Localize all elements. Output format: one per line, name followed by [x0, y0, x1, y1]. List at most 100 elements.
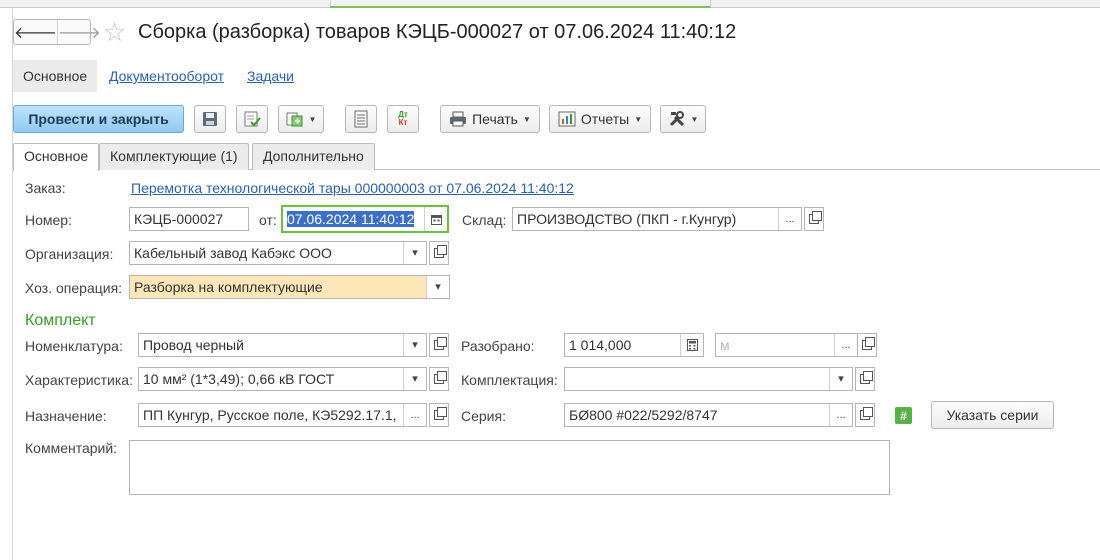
nomenclature-label: Номенклатура:: [25, 338, 123, 354]
floppy-icon: [203, 112, 217, 126]
top-strip-active-segment: [330, 0, 711, 8]
disassembled-input[interactable]: 1 014,000: [564, 333, 704, 357]
open-icon: [862, 337, 875, 350]
purpose-select-button[interactable]: ...: [403, 404, 426, 426]
forward-button[interactable]: 🡒: [56, 20, 101, 44]
purpose-input[interactable]: ПП Кунгур, Русское поле, КЭ5292.17.1, ..…: [138, 403, 427, 427]
unit-select-button[interactable]: ...: [834, 334, 857, 356]
specify-series-button[interactable]: Указать серии: [931, 401, 1054, 429]
tab-components[interactable]: Комплектующие (1): [99, 143, 249, 170]
history-nav: 🡐 🡒: [13, 19, 101, 45]
series-select-button[interactable]: ...: [829, 404, 852, 426]
tab-additional[interactable]: Дополнительно: [252, 143, 375, 170]
series-value: БØ800 #022/5292/8747: [569, 407, 718, 423]
comment-label: Комментарий:: [25, 440, 118, 456]
characteristic-value: 10 мм² (1*3,49); 0,66 кВ ГОСТ: [143, 371, 335, 387]
dropdown-caret-icon: ▼: [690, 114, 699, 124]
dropdown-caret-icon: ▼: [308, 114, 317, 124]
number-input[interactable]: КЭЦБ-000027: [129, 207, 249, 231]
order-label: Заказ:: [25, 180, 66, 196]
operation-value: Разборка на комплектующие: [134, 279, 323, 295]
date-input[interactable]: 07.06.2024 11:40:12: [281, 205, 449, 233]
open-icon: [860, 407, 873, 420]
reports-chart-icon: [558, 111, 576, 127]
nav-tab-tasks[interactable]: Задачи: [237, 60, 304, 92]
series-input[interactable]: БØ800 #022/5292/8747 ...: [564, 403, 853, 427]
dt-kt-button[interactable]: Дт Кт: [387, 105, 419, 133]
operation-select[interactable]: Разборка на комплектующие ▾: [129, 275, 450, 299]
characteristic-dropdown-button[interactable]: ▾: [403, 368, 426, 390]
number-value: КЭЦБ-000027: [134, 211, 224, 227]
nomenclature-input[interactable]: Провод черный ▾: [138, 333, 427, 357]
document-journal-button[interactable]: [345, 105, 377, 133]
series-hash-icon[interactable]: #: [895, 407, 912, 424]
organization-open-button[interactable]: [429, 241, 449, 265]
calendar-button[interactable]: [424, 207, 447, 231]
comment-textarea[interactable]: [129, 440, 890, 495]
nav-tab-docflow[interactable]: Документооборот: [99, 60, 234, 92]
warehouse-value: ПРОИЗВОДСТВО (ПКП - г.Кунгур): [517, 211, 737, 227]
reports-label: Отчеты: [580, 111, 630, 127]
purpose-open-button[interactable]: [429, 403, 449, 427]
organization-input[interactable]: Кабельный завод Кабэкс ООО ▾: [129, 241, 427, 265]
kit-type-label: Комплектация:: [461, 372, 558, 388]
date-label: от:: [259, 212, 277, 228]
warehouse-input[interactable]: ПРОИЗВОДСТВО (ПКП - г.Кунгур) ...: [512, 207, 802, 231]
print-button[interactable]: Печать ▼: [440, 105, 540, 133]
open-icon: [434, 407, 447, 420]
kit-section-title: Комплект: [25, 312, 96, 329]
kit-type-open-button[interactable]: [855, 367, 875, 391]
open-icon: [434, 337, 447, 350]
disassembled-label: Разобрано:: [461, 338, 535, 354]
unit-placeholder: м: [720, 337, 730, 353]
unit-open-button[interactable]: [857, 333, 877, 357]
dropdown-caret-icon: ▼: [522, 114, 531, 124]
document-list-icon: [354, 110, 368, 128]
dt-kt-icon-bottom: Кт: [398, 118, 408, 127]
post-and-close-button[interactable]: Провести и закрыть: [13, 105, 184, 133]
characteristic-open-button[interactable]: [429, 367, 449, 391]
organization-value: Кабельный завод Кабэкс ООО: [134, 245, 332, 261]
post-button[interactable]: [236, 105, 268, 133]
characteristic-input[interactable]: 10 мм² (1*3,49); 0,66 кВ ГОСТ ▾: [138, 367, 427, 391]
kit-type-input[interactable]: ▾: [564, 367, 853, 391]
organization-label: Организация:: [25, 246, 114, 262]
purpose-label: Назначение:: [25, 408, 107, 424]
calculator-icon: [686, 339, 698, 351]
purpose-value: ПП Кунгур, Русское поле, КЭ5292.17.1,: [143, 407, 397, 423]
nav-tab-main[interactable]: Основное: [13, 60, 98, 92]
reports-button[interactable]: Отчеты ▼: [549, 105, 651, 133]
open-icon: [434, 245, 447, 258]
dropdown-caret-icon: ▼: [634, 114, 643, 124]
favorite-star-icon[interactable]: ☆: [103, 18, 126, 46]
calculator-button[interactable]: [680, 334, 703, 356]
order-link[interactable]: Перемотка технологической тары 000000003…: [131, 180, 574, 196]
back-button[interactable]: 🡐: [14, 20, 57, 44]
open-icon: [860, 371, 873, 384]
unit-input[interactable]: м ...: [715, 333, 858, 357]
tools-icon: [669, 111, 684, 127]
number-label: Номер:: [25, 212, 72, 228]
save-button[interactable]: [194, 105, 226, 133]
warehouse-open-button[interactable]: [804, 207, 824, 231]
date-value: 07.06.2024 11:40:12: [287, 211, 415, 227]
window-top-strip: [0, 0, 1100, 8]
nomenclature-dropdown-button[interactable]: ▾: [403, 334, 426, 356]
nomenclature-open-button[interactable]: [429, 333, 449, 357]
arrow-left-icon: 🡐: [14, 24, 57, 42]
characteristic-label: Характеристика:: [25, 372, 133, 388]
kit-type-dropdown-button[interactable]: ▾: [829, 368, 852, 390]
series-label: Серия:: [461, 408, 506, 424]
warehouse-select-button[interactable]: ...: [778, 208, 801, 230]
document-title: Сборка (разборка) товаров КЭЦБ-000027 от…: [138, 21, 737, 43]
tab-main[interactable]: Основное: [13, 143, 100, 171]
organization-dropdown-button[interactable]: ▾: [403, 242, 426, 264]
more-actions-button[interactable]: ▼: [660, 105, 706, 133]
post-document-icon: [244, 111, 261, 127]
operation-label: Хоз. операция:: [25, 280, 123, 296]
operation-dropdown-button[interactable]: ▾: [426, 276, 449, 298]
series-open-button[interactable]: [855, 403, 875, 427]
nomenclature-value: Провод черный: [143, 337, 244, 353]
create-based-on-button[interactable]: ▼: [278, 105, 324, 133]
printer-icon: [450, 111, 467, 127]
